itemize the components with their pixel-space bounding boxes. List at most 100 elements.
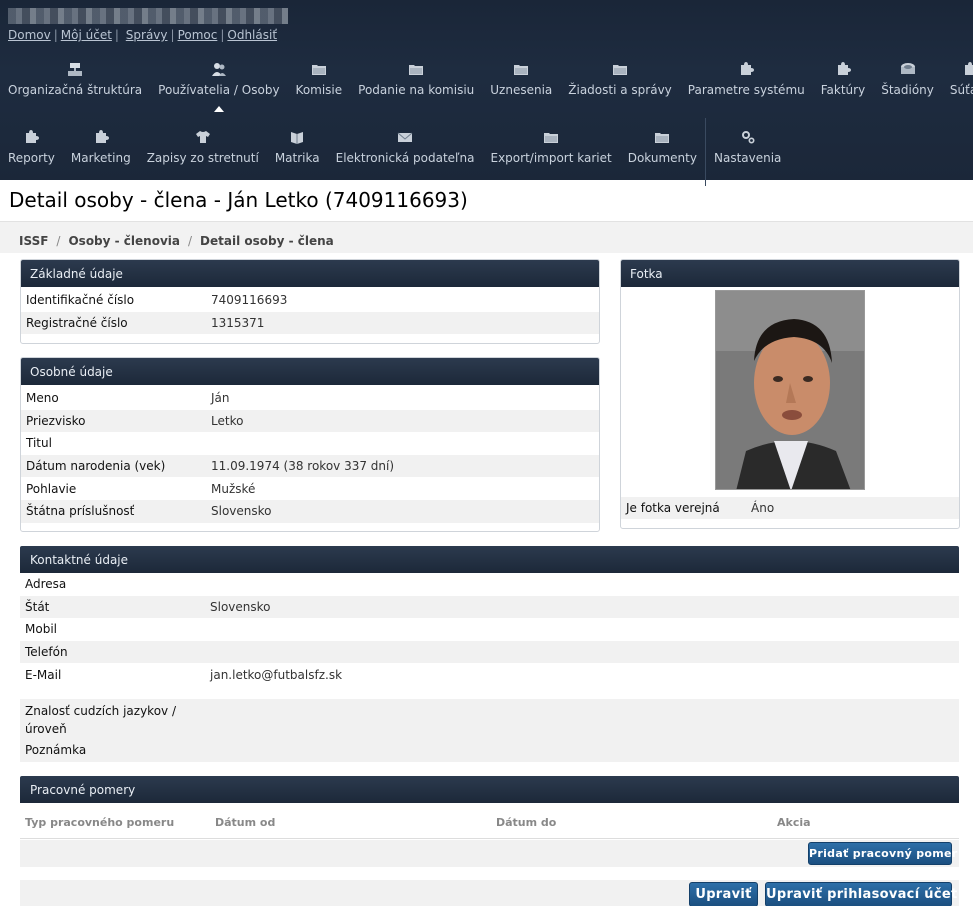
nav-item-label: Reporty: [8, 151, 55, 165]
info-label: Mobil: [25, 622, 57, 637]
info-label: Štátna príslušnosť: [26, 504, 135, 519]
gears-icon: [740, 126, 756, 151]
link-home[interactable]: Domov: [8, 28, 51, 42]
add-work-relation-button[interactable]: Pridať pracovný pomer: [808, 842, 957, 865]
info-row: Meno Ján: [21, 387, 599, 410]
info-row: Titul: [21, 432, 599, 455]
nav-item-podanie-na-komisiu[interactable]: Podanie na komisiu: [350, 58, 482, 112]
nav-item-label: Parametre systému: [687, 83, 805, 97]
link-help[interactable]: Pomoc: [178, 28, 218, 42]
contact-info-rows: Adresa Štát Slovensko Mobil Telefón E-Mail jan…: [20, 573, 959, 762]
info-row: Štát Slovensko: [20, 595, 959, 619]
info-row: Adresa: [20, 573, 959, 596]
info-row: Identifikačné číslo 7409116693: [21, 289, 599, 312]
nav-item-reporty[interactable]: Reporty: [0, 126, 63, 180]
main-nav-row-2: Reporty Marketing Zapisy zo stretnutí Matri…: [0, 118, 789, 188]
nav-item-label: Štadióny: [881, 83, 934, 97]
nav-item-label: Používatelia / Osoby: [158, 83, 280, 97]
info-value: 11.09.1974 (38 rokov 337 dní): [211, 459, 395, 474]
work-table-header: Typ pracovného pomeru Dátum od Dátum do …: [20, 803, 959, 839]
nav-item-parametre-systemu[interactable]: Parametre systému: [680, 58, 813, 112]
nav-item-stadiony[interactable]: Štadióny: [873, 58, 942, 112]
breadcrumb-item[interactable]: Osoby - členovia: [68, 234, 180, 248]
book-icon: [289, 126, 305, 151]
nav-item-label: Faktúry: [820, 83, 866, 97]
link-logout[interactable]: Odhlásiť: [227, 28, 277, 42]
page-title: Detail osoby - člena - Ján Letko (740911…: [9, 188, 468, 212]
stadium-icon: [900, 58, 916, 83]
puzzle-icon: [93, 126, 109, 151]
photo-public-row: Je fotka verejná Áno: [621, 497, 959, 519]
panel-heading: Základné údaje: [21, 260, 599, 287]
basic-info-rows: Identifikačné číslo 7409116693 Registračné…: [21, 287, 599, 335]
nav-item-organizacna-struktura[interactable]: Organizačná štruktúra: [0, 58, 150, 112]
panel-heading: Fotka: [621, 260, 959, 287]
folder-icon: [612, 58, 628, 83]
nav-item-label: Uznesenia: [490, 83, 553, 97]
nav-item-label: Matrika: [274, 151, 320, 165]
folder-icon: [513, 58, 529, 83]
nav-item-pouzivatelia-osoby[interactable]: Používatelia / Osoby: [150, 58, 287, 112]
info-value: Slovensko: [211, 504, 272, 519]
info-value: Ján: [211, 391, 230, 406]
nav-item-export-import-kariet[interactable]: Export/import kariet: [483, 126, 620, 180]
puzzle-icon: [835, 58, 851, 83]
nav-item-label: Podanie na komisiu: [358, 83, 475, 97]
info-label: Priezvisko: [26, 413, 86, 428]
note-row: Poznámka: [20, 738, 959, 762]
nav-item-sutaze[interactable]: Súťaže: [942, 58, 973, 112]
breadcrumb: ISSF / Osoby - členovia / Detail osoby - čle…: [19, 234, 334, 248]
app-header: Domov | Môj účet | Správy | Pomoc | Odhlásiť Or…: [0, 0, 973, 186]
top-links: Domov | Môj účet | Správy | Pomoc | Odhlásiť: [8, 28, 278, 42]
user-name-redacted: [8, 8, 288, 24]
nav-item-dokumenty[interactable]: Dokumenty: [620, 126, 705, 180]
breadcrumb-bar: ISSF / Osoby - členovia / Detail osoby - čle…: [0, 221, 973, 253]
folder-icon: [543, 126, 559, 151]
info-row: E-Mail jan.letko@futbalsfz.sk: [20, 663, 959, 686]
nav-item-ziadosti-a-spravy[interactable]: Žiadosti a správy: [560, 58, 680, 112]
nav-item-elektronicka-podatelna[interactable]: Elektronická podateľna: [328, 126, 483, 180]
nav-item-label: Elektronická podateľna: [335, 151, 475, 165]
info-value: jan.letko@futbalsfz.sk: [210, 667, 343, 682]
languages-label: Znalosť cudzích jazykov / úroveň: [25, 703, 177, 736]
nav-item-label: Žiadosti a správy: [568, 83, 672, 97]
basic-info-panel: Základné údaje Identifikačné číslo 740911…: [20, 259, 600, 344]
info-label: Dátum narodenia (vek): [26, 459, 166, 474]
info-label: Identifikačné číslo: [26, 293, 135, 308]
nav-item-label: Zapisy zo stretnutí: [146, 151, 259, 165]
work-panel-heading: Pracovné pomery: [20, 776, 959, 803]
tree-icon: [67, 58, 83, 83]
nav-item-faktury[interactable]: Faktúry: [813, 58, 873, 112]
personal-info-rows: Meno Ján Priezvisko Letko Titul Dátum naroden…: [21, 385, 599, 523]
info-value: Mužské: [211, 481, 256, 496]
link-my-account[interactable]: Môj účet: [61, 28, 112, 42]
info-label: Registračné číslo: [26, 315, 128, 330]
info-value: 1315371: [211, 315, 265, 330]
shirt-icon: [195, 126, 211, 151]
nav-item-uznesenia[interactable]: Uznesenia: [482, 58, 560, 112]
nav-item-komisie[interactable]: Komisie: [288, 58, 351, 112]
nav-item-zapisy-zo-stretnuti[interactable]: Zapisy zo stretnutí: [139, 126, 267, 180]
nav-item-matrika[interactable]: Matrika: [267, 126, 328, 180]
link-messages[interactable]: Správy: [126, 28, 168, 42]
nav-item-label: Nastavenia: [713, 151, 782, 165]
col-type[interactable]: Typ pracovného pomeru: [25, 816, 174, 829]
edit-button[interactable]: Upraviť: [689, 882, 758, 906]
note-label: Poznámka: [25, 743, 87, 758]
info-value: 7409116693: [211, 293, 288, 308]
info-value: Letko: [211, 413, 244, 428]
info-label: Adresa: [25, 577, 67, 592]
breadcrumb-item[interactable]: ISSF: [19, 234, 48, 248]
edit-account-button[interactable]: Upraviť prihlasovací účet: [765, 882, 957, 906]
col-date-to[interactable]: Dátum do: [496, 816, 556, 829]
col-date-from[interactable]: Dátum od: [215, 816, 275, 829]
breadcrumb-item: Detail osoby - člena: [200, 234, 334, 248]
nav-item-marketing[interactable]: Marketing: [63, 126, 139, 180]
info-value: Slovensko: [210, 599, 271, 614]
users-icon: [211, 58, 227, 83]
main-nav-row-1: Organizačná štruktúra Používatelia / Osob…: [0, 58, 973, 120]
info-label: Meno: [26, 391, 59, 406]
info-row: Priezvisko Letko: [21, 409, 599, 433]
nav-item-nastavenia[interactable]: Nastavenia: [706, 126, 789, 180]
info-row: Štátna príslušnosť Slovensko: [21, 499, 599, 523]
